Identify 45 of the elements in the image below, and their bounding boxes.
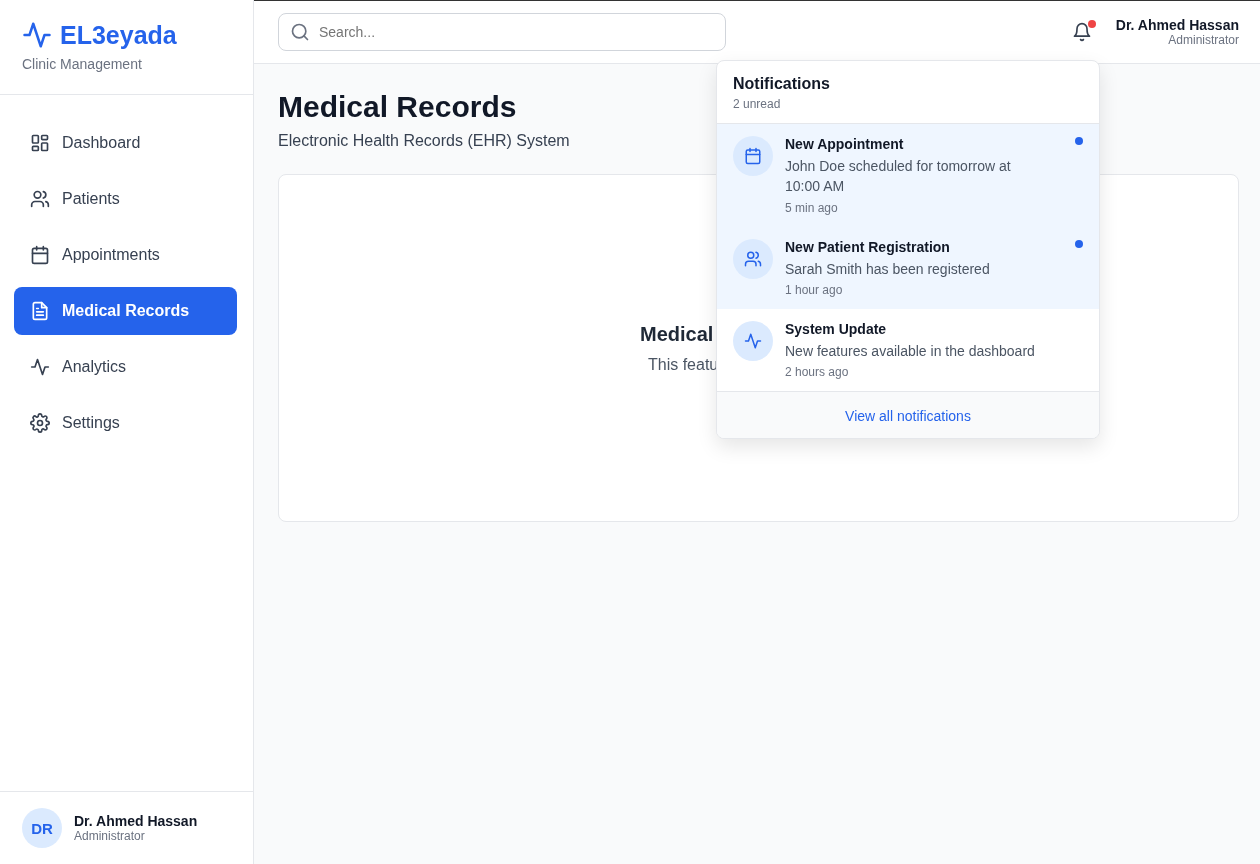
nav-item[interactable]: Analytics [14, 343, 237, 391]
panel-title: Notifications [733, 75, 831, 93]
notification-item[interactable]: System Update New features available in the dashboard 2 hours ago [717, 308, 1099, 392]
app-name: EL3eyada [60, 20, 177, 50]
notification-text: Sarah Smith has been registered [785, 259, 991, 279]
notification-item[interactable]: New Patient Registration Sarah Smith has been registered 1 hour ago [717, 226, 1099, 309]
notification-text: John Doe scheduled for tomorrow at 10:00 AM [785, 157, 1012, 197]
nav-item[interactable]: Patients [14, 175, 237, 223]
document-icon [30, 301, 50, 321]
view-all-link[interactable]: View all notifications [845, 408, 971, 425]
nav-item[interactable]: Appointments [14, 231, 237, 279]
card-title: Medical [640, 322, 714, 346]
unread-count: 2 unread [733, 97, 782, 111]
nav-item[interactable]: Dashboard [14, 119, 237, 167]
users-icon [744, 249, 762, 268]
nav-item[interactable]: Medical Records [14, 287, 237, 335]
users-icon [30, 189, 50, 209]
settings-icon [30, 413, 50, 433]
user-role: Administrator [1168, 33, 1239, 47]
notification-text: New features available in the dashboard [785, 341, 1035, 361]
notification-title: System Update [785, 320, 888, 337]
notification-title: New Appointment [785, 136, 905, 152]
unread-dot [1075, 239, 1083, 248]
pulse-icon [30, 357, 50, 377]
user-name: Dr. Ahmed Hassan [74, 813, 198, 829]
notification-title: New Patient Registration [785, 238, 951, 255]
notification-time: 1 hour ago [785, 282, 844, 297]
calendar-icon [744, 147, 762, 165]
notification-time: 5 min ago [785, 200, 839, 215]
notification-time: 2 hours ago [785, 365, 850, 380]
user-role: Administrator [74, 829, 146, 843]
app-subtitle: Clinic Management [22, 56, 143, 72]
user-name: Dr. Ahmed Hassan [1115, 17, 1239, 33]
unread-dot [1075, 137, 1083, 145]
avatar: DR [22, 808, 62, 848]
bell-icon [1071, 22, 1092, 42]
pulse-icon [744, 331, 762, 350]
search-field[interactable]: Search... [278, 13, 726, 51]
notification-item[interactable]: New Appointment John Doe scheduled for tomorrow at 10:00 AM 5 min ago [717, 124, 1099, 227]
grid-icon [30, 133, 50, 153]
pulse-icon [22, 20, 52, 50]
nav-item[interactable]: Settings [14, 399, 237, 447]
page-title: Medical Records [278, 90, 517, 124]
page-subtitle: Electronic Health Records (EHR) System [278, 132, 570, 150]
calendar-icon [30, 245, 50, 265]
